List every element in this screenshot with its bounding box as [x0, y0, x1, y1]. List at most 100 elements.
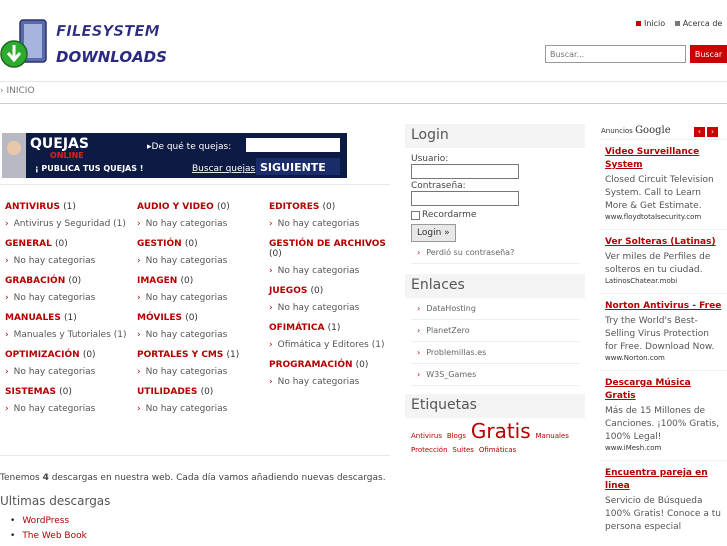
link-item[interactable]: › PlanetZero [411, 320, 579, 342]
remember-label: Recordarme [422, 210, 477, 220]
lost-password-link[interactable]: › Perdió su contraseña? [411, 242, 579, 264]
link-item[interactable]: › DataHosting [411, 298, 579, 320]
subcategory: › No hay categorias [137, 219, 228, 229]
breadcrumb: › INICIO [0, 86, 35, 96]
links-title: Enlaces [405, 274, 585, 298]
tag[interactable]: Blogs [447, 432, 466, 440]
site-logo[interactable]: FILESYSTEM DOWNLOADS [0, 14, 190, 72]
ad-url[interactable]: www.iMesh.com [605, 444, 723, 452]
ad-item[interactable]: Ver Solteras (Latinas) Ver miles de Perf… [601, 229, 727, 293]
category-title[interactable]: JUEGOS (0) [269, 286, 399, 296]
banner-brand-sub: ONLINE [50, 151, 84, 160]
ad-url[interactable]: LatinosChatear.mobi [605, 277, 723, 285]
ad-title[interactable]: Norton Antivirus - Free [605, 300, 723, 313]
category: MÓVILES (0) › No hay categorias [137, 313, 267, 340]
ad-title[interactable]: Descarga Música Gratis [605, 377, 723, 403]
category-title[interactable]: EDITORES (0) [269, 202, 399, 212]
category: GENERAL (0) › No hay categorias [5, 239, 135, 266]
ad-title[interactable]: Encuentra pareja en linea [605, 467, 723, 493]
category-title[interactable]: SISTEMAS (0) [5, 387, 135, 397]
quejas-banner[interactable]: QUEJAS ONLINE ▸De qué te quejas: ¡ PUBLI… [2, 133, 347, 178]
ad-text: Try the World's Best-Selling Virus Prote… [605, 316, 715, 352]
tags-title: Etiquetas [405, 394, 585, 418]
ad-item[interactable]: Encuentra pareja en linea Servicio de Bú… [601, 460, 727, 542]
category: GESTIÓN DE ARCHIVOS (0) › No hay categoria… [269, 239, 399, 276]
category: UTILIDADES (0) › No hay categorias [137, 387, 267, 414]
ad-item[interactable]: Video Surveillance System Closed Circuit… [601, 139, 727, 229]
divider [0, 103, 727, 104]
category-title[interactable]: GESTIÓN (0) [137, 239, 267, 249]
category-title[interactable]: GENERAL (0) [5, 239, 135, 249]
downloads-count-text: Tenemos 4 descargas en nuestra web. Cada… [0, 473, 386, 483]
tag[interactable]: Ofimáticas [479, 446, 517, 454]
nav-inicio-label[interactable]: Inicio [644, 19, 665, 28]
tag[interactable]: Protección [411, 446, 448, 454]
list-item[interactable]: The Web Book [10, 531, 86, 541]
category-title[interactable]: MANUALES (1) [5, 313, 135, 323]
tag-cloud: Antivirus Blogs Gratis Manuales Protecci… [405, 418, 585, 463]
banner-search-link: Buscar quejas [192, 164, 256, 174]
ad-title[interactable]: Video Surveillance System [605, 146, 723, 172]
category: AUDIO Y VIDEO (0) › No hay categorias [137, 202, 267, 229]
category-title[interactable]: MÓVILES (0) [137, 313, 267, 323]
tag[interactable]: Suites [452, 446, 474, 454]
ad-url[interactable]: www.Norton.com [605, 354, 723, 362]
subcategory[interactable]: › Manuales y Tutoriales (1) [5, 330, 135, 340]
password-field[interactable] [411, 191, 519, 206]
search-input[interactable] [545, 45, 686, 63]
subcategory: › No hay categorias [5, 404, 96, 414]
links-list: › DataHosting › PlanetZero › Problemillas.e… [405, 298, 585, 386]
login-button[interactable]: Login » [411, 224, 456, 242]
list-item[interactable]: WordPress [10, 516, 87, 526]
category-title[interactable]: OPTIMIZACIÓN (0) [5, 350, 135, 360]
banner-input[interactable] [246, 138, 340, 152]
remember-checkbox[interactable] [411, 210, 420, 220]
link-item[interactable]: › Problemillas.es [411, 342, 579, 364]
password-label: Contraseña: [411, 181, 466, 191]
username-label: Usuario: [411, 154, 449, 164]
category-title[interactable]: IMAGEN (0) [137, 276, 267, 286]
nav-inicio[interactable]: Inicio [636, 19, 665, 28]
chevron-left-icon[interactable]: ‹ [694, 127, 705, 137]
ad-item[interactable]: Norton Antivirus - Free Try the World's … [601, 293, 727, 370]
ad-item[interactable]: Descarga Música Gratis Más de 15 Millone… [601, 370, 727, 460]
ad-title[interactable]: Ver Solteras (Latinas) [605, 236, 723, 249]
info-icon [674, 21, 680, 26]
category-title[interactable]: AUDIO Y VIDEO (0) [137, 202, 267, 212]
username-field[interactable] [411, 164, 519, 179]
category: PORTALES Y CMS (1) › No hay categorias [137, 350, 267, 377]
subcategory: › No hay categorias [5, 256, 96, 266]
category: OFIMÁTICA (1) › Ofimática y Editores (1) [269, 323, 399, 350]
sidebar: Login Usuario: Contraseña: Recordarme Lo… [405, 124, 585, 463]
subcategory[interactable]: › Ofimática y Editores (1) [269, 340, 399, 350]
category-title[interactable]: PROGRAMACIÓN (0) [269, 360, 399, 370]
subcategory[interactable]: › Antivirus y Seguridad (1) [5, 219, 135, 229]
category-title[interactable]: GESTIÓN DE ARCHIVOS (0) [269, 239, 399, 259]
ad-url[interactable]: www.floydtotalsecurity.com [605, 213, 723, 221]
ads-header: Anuncios Google ‹ › [601, 125, 727, 139]
tag[interactable]: Antivirus [411, 432, 442, 440]
search-button[interactable]: Buscar [690, 45, 727, 63]
chevron-right-icon[interactable]: › [707, 127, 718, 137]
subcategory: › No hay categorias [269, 266, 360, 276]
logo-line2: DOWNLOADS [56, 48, 167, 66]
category-title[interactable]: UTILIDADES (0) [137, 387, 267, 397]
tag[interactable]: Manuales [536, 432, 569, 440]
divider [0, 81, 727, 82]
category: IMAGEN (0) › No hay categorias [137, 276, 267, 303]
category-title[interactable]: OFIMÁTICA (1) [269, 323, 399, 333]
category-title[interactable]: GRABACIÓN (0) [5, 276, 135, 286]
nav-acerca[interactable]: Acerca de [674, 19, 723, 28]
nav-acerca-label[interactable]: Acerca de [683, 19, 723, 28]
subcategory: › No hay categorias [269, 303, 360, 313]
link-item[interactable]: › W3S_Games [411, 364, 579, 386]
category-title[interactable]: ANTIVIRUS (1) [5, 202, 135, 212]
tag[interactable]: Gratis [471, 419, 531, 443]
remember-me[interactable]: Recordarme [411, 210, 579, 220]
divider [0, 455, 390, 456]
category: SISTEMAS (0) › No hay categorias [5, 387, 135, 414]
category: EDITORES (0) › No hay categorias [269, 202, 399, 229]
category-title[interactable]: PORTALES Y CMS (1) [137, 350, 267, 360]
category: OPTIMIZACIÓN (0) › No hay categorias [5, 350, 135, 377]
ads-panel: Anuncios Google ‹ › Video Surveillance S… [601, 125, 727, 542]
